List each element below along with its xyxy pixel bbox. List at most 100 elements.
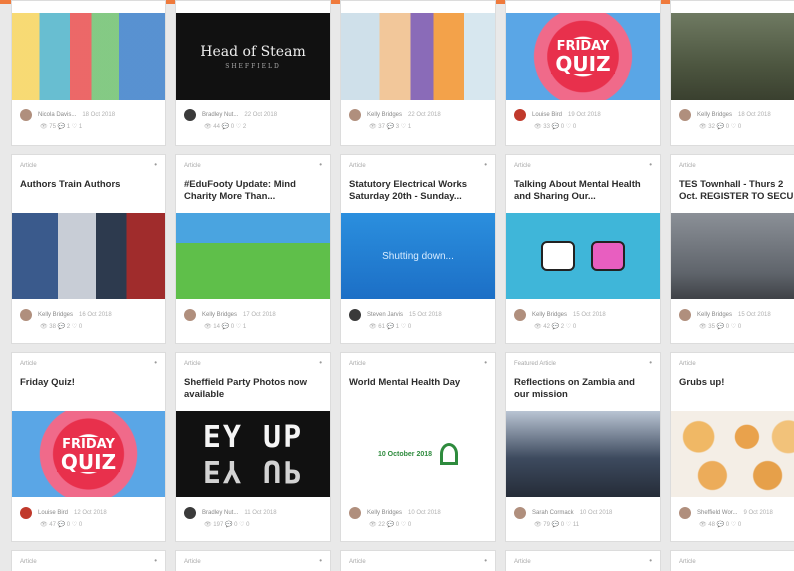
card-type-label: Article <box>20 559 37 565</box>
article-card[interactable]: Article • Talking About Mental Health an… <box>505 154 661 344</box>
card-type-label: Article <box>679 163 696 169</box>
card-menu-icon[interactable]: • <box>319 161 322 169</box>
avatar <box>514 109 526 121</box>
author-name[interactable]: Sheffield Wor... <box>697 510 737 516</box>
card-menu-icon[interactable]: • <box>649 161 652 169</box>
children-photo-image <box>341 13 495 100</box>
article-card[interactable]: Article • Sheffield Party Photos now ava… <box>175 352 331 542</box>
post-date: 22 Oct 2018 <box>408 112 441 118</box>
card-title[interactable]: Friday Quiz! <box>20 377 157 389</box>
card-stats: 👁 35 💬 0 ♡ 0 <box>699 324 742 330</box>
author-name[interactable]: Kelly Bridges <box>367 510 402 516</box>
lettering-top: EY UP <box>202 420 304 455</box>
article-card[interactable]: Article • <box>175 550 331 571</box>
card-meta: Sheffield Wor... 9 Oct 2018 <box>679 507 794 519</box>
card-title[interactable]: Authors Train Authors <box>20 179 157 191</box>
article-card[interactable]: Article <box>670 550 794 571</box>
card-meta: Kelly Bridges 15 Oct 2018 <box>514 309 656 321</box>
card-title[interactable]: Sheffield Party Photos now available <box>184 377 322 401</box>
card-title[interactable]: #EduFooty Update: Mind Charity More Than… <box>184 179 322 203</box>
avatar <box>184 507 196 519</box>
head-of-steam-logo-image: Head of Steam SHEFFIELD <box>176 13 330 100</box>
article-card[interactable]: Article • #EduFooty Update: Mind Charity… <box>175 154 331 344</box>
card-menu-icon[interactable]: • <box>154 557 157 565</box>
card-title[interactable]: World Mental Health Day <box>349 377 487 389</box>
author-name[interactable]: Sarah Cormack <box>532 510 574 516</box>
card-stats: 👁 44 💬 0 ♡ 2 <box>204 124 247 130</box>
avatar <box>679 309 691 321</box>
article-card[interactable]: Article Grubs up! Sheffield Wor... 9 Oct … <box>670 352 794 542</box>
avatar <box>514 507 526 519</box>
card-type-label: Article <box>514 559 531 565</box>
card-meta: Steven Jarvis 15 Oct 2018 <box>349 309 491 321</box>
card-type-label: Article <box>184 163 201 169</box>
card-menu-icon[interactable]: • <box>484 359 487 367</box>
author-name[interactable]: Steven Jarvis <box>367 312 403 318</box>
card-type-label: Article <box>20 163 37 169</box>
card-menu-icon[interactable]: • <box>154 359 157 367</box>
article-card[interactable]: Article • <box>11 550 166 571</box>
card-meta: Kelly Bridges 17 Oct 2018 <box>184 309 326 321</box>
card-menu-icon[interactable]: • <box>649 557 652 565</box>
post-date: 15 Oct 2018 <box>738 312 771 318</box>
article-card[interactable]: Article • Authors Train Authors Kelly Br… <box>11 154 166 344</box>
author-name[interactable]: Kelly Bridges <box>38 312 73 318</box>
author-name[interactable]: Bradley Nut... <box>202 510 238 516</box>
article-card[interactable]: Featured Article • Reflections on Zambia… <box>505 352 661 542</box>
card-meta: Kelly Bridges 10 Oct 2018 <box>349 507 491 519</box>
author-name[interactable]: Louise Bird <box>38 510 68 516</box>
author-name[interactable]: Bradley Nut... <box>202 112 238 118</box>
avatar <box>20 309 32 321</box>
article-card[interactable]: Article • <box>505 550 661 571</box>
card-stats: 👁 32 💬 0 ♡ 0 <box>699 124 742 130</box>
post-date: 18 Oct 2018 <box>738 112 771 118</box>
article-card[interactable]: Article TES Townhall - Thurs 2 Oct. REGI… <box>670 154 794 344</box>
card-menu-icon[interactable]: • <box>484 557 487 565</box>
author-name[interactable]: Kelly Bridges <box>202 312 237 318</box>
card-meta: Bradley Nut... 22 Oct 2018 <box>184 109 326 121</box>
author-name[interactable]: Nicola Davis... <box>38 112 76 118</box>
card-title[interactable]: Reflections on Zambia and our mission <box>514 377 652 401</box>
article-card[interactable]: Head of Steam SHEFFIELD Bradley Nut... 22 … <box>175 0 331 146</box>
article-card[interactable]: Article • Statutory Electrical Works Sat… <box>340 154 496 344</box>
post-date: 17 Oct 2018 <box>243 312 276 318</box>
card-meta: Nicola Davis... 18 Oct 2018 <box>20 109 161 121</box>
card-title[interactable]: TES Townhall - Thurs 2 Oct. REGISTER TO … <box>679 179 794 203</box>
card-type-label: Article <box>20 361 37 367</box>
post-date: 18 Oct 2018 <box>82 112 116 118</box>
card-menu-icon[interactable]: • <box>319 557 322 565</box>
article-card[interactable]: FRIDAY QUIZ Louise Bird 19 Oct 2018 👁 33 💬… <box>505 0 661 146</box>
author-name[interactable]: Louise Bird <box>532 112 562 118</box>
card-menu-icon[interactable]: • <box>319 359 322 367</box>
card-meta: Kelly Bridges 22 Oct 2018 <box>349 109 491 121</box>
card-title[interactable]: Talking About Mental Health and Sharing … <box>514 179 652 203</box>
card-title[interactable]: Grubs up! <box>679 377 794 389</box>
card-stats: 👁 61 💬 1 ♡ 0 <box>369 324 412 330</box>
card-type-label: Article <box>349 559 366 565</box>
shutting-down-image: Shutting down... <box>341 213 495 299</box>
avatar <box>184 309 196 321</box>
avatar <box>679 507 691 519</box>
friday-quiz-image: FRIDAY QUIZ <box>506 13 660 100</box>
card-menu-icon[interactable]: • <box>154 161 157 169</box>
article-card[interactable]: Kelly Bridges 18 Oct 2018 👁 32 💬 0 ♡ 0 <box>670 0 794 146</box>
card-menu-icon[interactable]: • <box>649 359 652 367</box>
event-date-text: 10 October 2018 <box>377 450 433 458</box>
article-card[interactable]: Article • <box>340 550 496 571</box>
avatar <box>349 109 361 121</box>
article-card[interactable]: Article • Friday Quiz! FRIDAY QUIZ Louise… <box>11 352 166 542</box>
avatar <box>349 507 361 519</box>
article-card[interactable]: Kelly Bridges 22 Oct 2018 👁 37 💬 3 ♡ 1 <box>340 0 496 146</box>
lettering-reflection: EY UP <box>202 453 304 488</box>
card-title[interactable]: Statutory Electrical Works Saturday 20th… <box>349 179 487 203</box>
author-name[interactable]: Kelly Bridges <box>532 312 567 318</box>
author-name[interactable]: Kelly Bridges <box>697 112 732 118</box>
article-card[interactable]: Article • World Mental Health Day 10 Oct… <box>340 352 496 542</box>
card-stats: 👁 33 💬 0 ♡ 0 <box>534 124 577 130</box>
author-name[interactable]: Kelly Bridges <box>697 312 732 318</box>
article-card[interactable]: Nicola Davis... 18 Oct 2018 👁 75 💬 1 ♡ 1 <box>11 0 166 146</box>
card-menu-icon[interactable]: • <box>484 161 487 169</box>
post-date: 15 Oct 2018 <box>573 312 606 318</box>
card-stats: 👁 75 💬 1 ♡ 1 <box>40 124 83 130</box>
author-name[interactable]: Kelly Bridges <box>367 112 402 118</box>
